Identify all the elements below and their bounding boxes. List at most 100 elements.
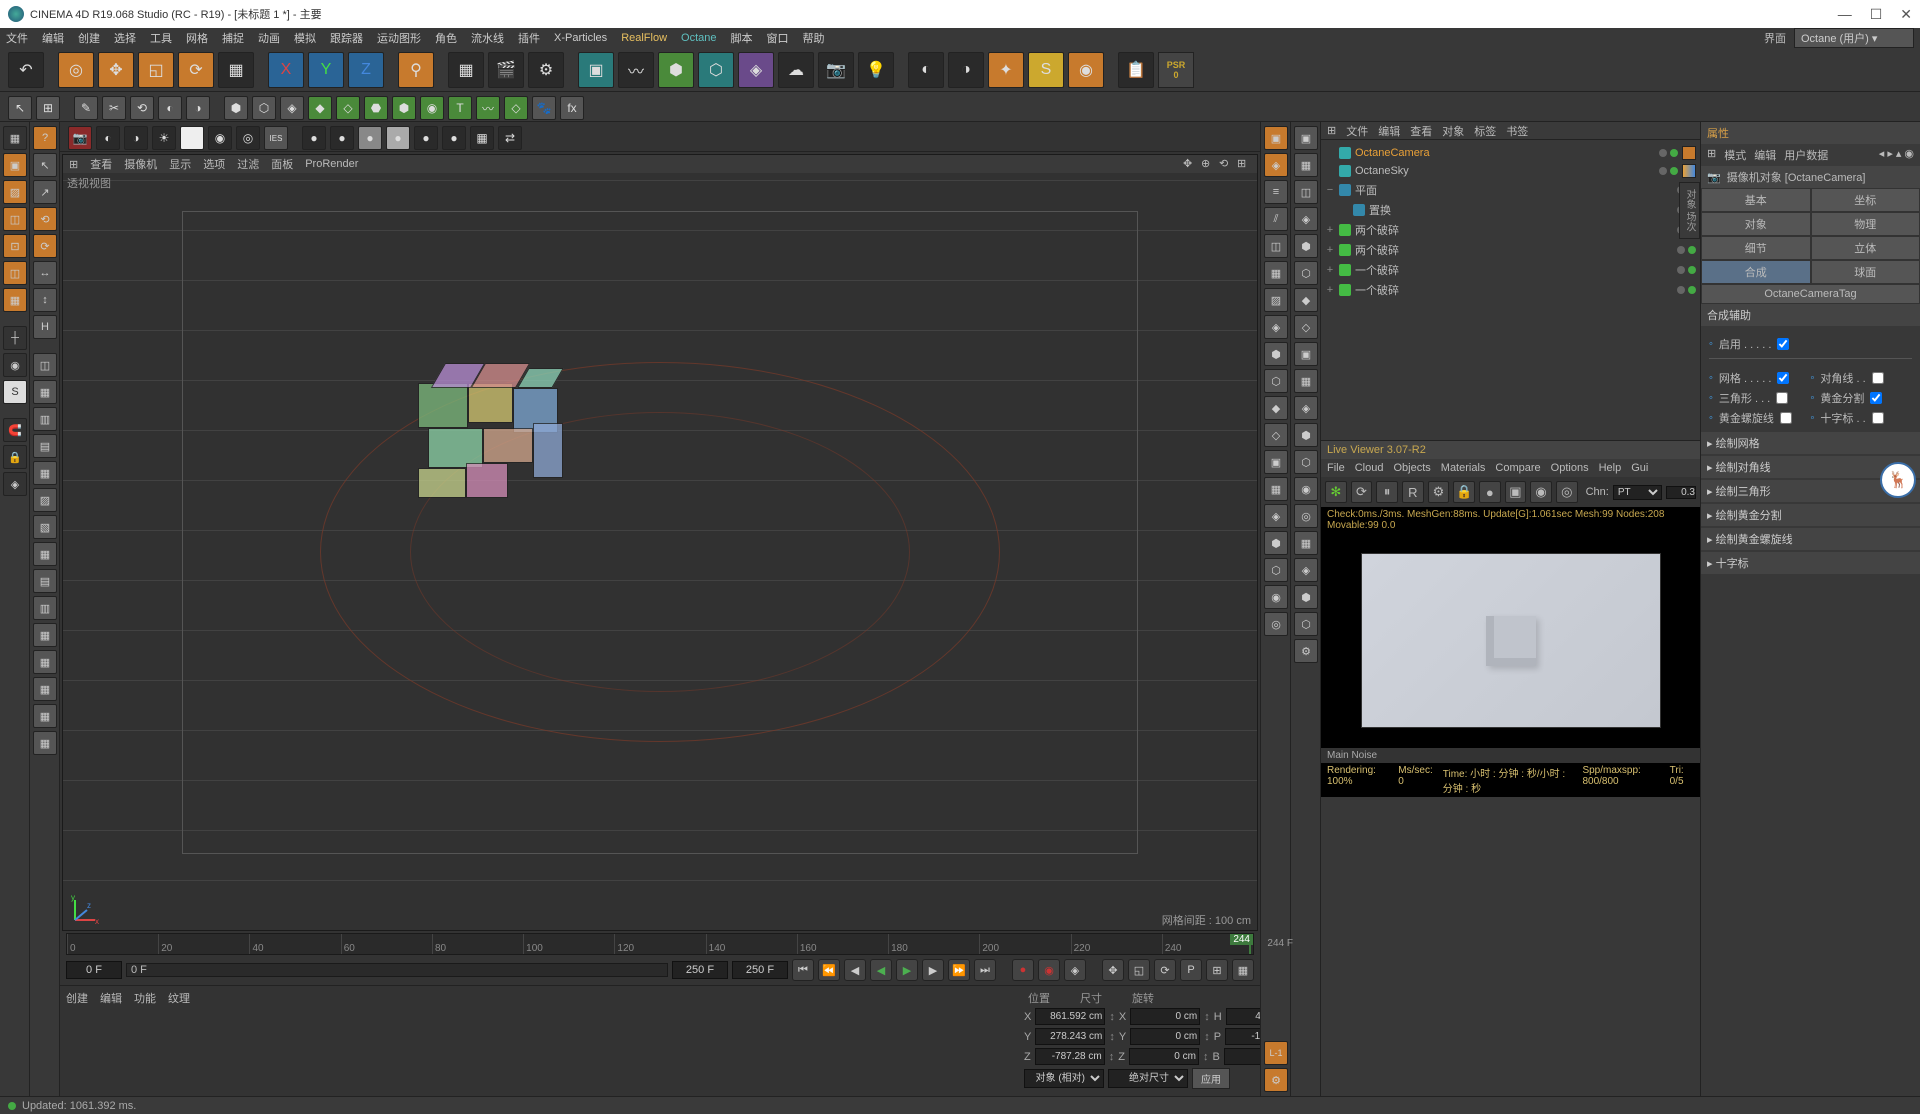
rt-5-icon[interactable]: ◫	[1264, 234, 1288, 258]
oct-1-icon[interactable]: ◐	[96, 126, 120, 150]
tb2-6-icon[interactable]: ◐	[158, 96, 182, 120]
lp-tweak-icon[interactable]: ◈	[3, 472, 27, 496]
timeline-cursor[interactable]: 244	[1230, 934, 1253, 945]
window-maximize[interactable]: ☐	[1870, 6, 1883, 23]
lp2-22-icon[interactable]: ▦	[33, 704, 57, 728]
rt2-17-icon[interactable]: ◈	[1294, 558, 1318, 582]
rt-15-icon[interactable]: ◈	[1264, 504, 1288, 528]
deer-badge-icon[interactable]: 🦌	[1880, 462, 1916, 498]
tab-compose[interactable]: 合成	[1701, 260, 1811, 284]
rt-11-icon[interactable]: ◆	[1264, 396, 1288, 420]
menu-window[interactable]: 窗口	[767, 30, 789, 46]
scrub-bar[interactable]: 0 F	[126, 963, 668, 977]
lp2-14-icon[interactable]: ▨	[33, 488, 57, 512]
pos-z[interactable]	[1035, 1048, 1105, 1065]
lv-start-icon[interactable]: ✻	[1325, 481, 1347, 503]
tab-octanecamera[interactable]: OctaneCameraTag	[1701, 284, 1920, 304]
menu-file[interactable]: 文件	[6, 30, 28, 46]
oct-mat6-icon[interactable]: ●	[442, 126, 466, 150]
rt-12-icon[interactable]: ◇	[1264, 423, 1288, 447]
menu-anim[interactable]: 动画	[258, 30, 280, 46]
tb2-7-icon[interactable]: ◑	[186, 96, 210, 120]
menu-script[interactable]: 脚本	[731, 30, 753, 46]
menu-mesh[interactable]: 网格	[186, 30, 208, 46]
octane-s-icon[interactable]: S	[1028, 52, 1064, 88]
lp-poly-mode-icon[interactable]: ▦	[3, 288, 27, 312]
rt2-20-icon[interactable]: ⚙	[1294, 639, 1318, 663]
rt2-3-icon[interactable]: ◫	[1294, 180, 1318, 204]
environment-icon[interactable]: ☁	[778, 52, 814, 88]
lv-chn-select[interactable]: PT	[1613, 485, 1662, 500]
oct-mat8-icon[interactable]: ⇄	[498, 126, 522, 150]
lp2-21-icon[interactable]: ▦	[33, 677, 57, 701]
obj-menu-edit[interactable]: 编辑	[1378, 123, 1400, 139]
tb2-8-icon[interactable]: ⬢	[224, 96, 248, 120]
lv-menu-materials[interactable]: Materials	[1441, 462, 1486, 474]
lp2-6-icon[interactable]: ↔	[33, 261, 57, 285]
rt-level-icon[interactable]: L-1	[1264, 1041, 1288, 1065]
ll-tab-tex[interactable]: 纹理	[168, 990, 190, 1006]
oct-camera-icon[interactable]: 📷	[68, 126, 92, 150]
lv-opacity[interactable]	[1666, 486, 1696, 499]
lp2-16-icon[interactable]: ▦	[33, 542, 57, 566]
menu-create[interactable]: 创建	[78, 30, 100, 46]
vp-nav-pan-icon[interactable]: ✥	[1183, 157, 1197, 171]
undo-icon[interactable]: ↶	[8, 52, 44, 88]
key-s-icon[interactable]: ◱	[1128, 959, 1150, 981]
tb2-14-icon[interactable]: ⬢	[392, 96, 416, 120]
lv-lock-icon[interactable]: 🔒	[1453, 481, 1475, 503]
spline-icon[interactable]: 〰	[618, 52, 654, 88]
tb2-10-icon[interactable]: ◈	[280, 96, 304, 120]
rt2-5-icon[interactable]: ⬢	[1294, 234, 1318, 258]
select-tool-icon[interactable]: ◎	[58, 52, 94, 88]
lv-sphere-icon[interactable]: ●	[1479, 481, 1501, 503]
tb2-11-icon[interactable]: ◆	[308, 96, 332, 120]
cube-primitive-icon[interactable]: ▣	[578, 52, 614, 88]
rt-19-icon[interactable]: ◎	[1264, 612, 1288, 636]
goto-end-icon[interactable]: ⏭	[974, 959, 996, 981]
tb2-9-icon[interactable]: ⬡	[252, 96, 276, 120]
rt2-12-icon[interactable]: ⬢	[1294, 423, 1318, 447]
rt-13-icon[interactable]: ▣	[1264, 450, 1288, 474]
tab-stereo[interactable]: 立体	[1811, 236, 1920, 260]
octane-btn4-icon[interactable]: ◉	[1068, 52, 1104, 88]
last-tool-icon[interactable]: ▦	[218, 52, 254, 88]
axis-x-icon[interactable]: X	[268, 52, 304, 88]
obj-panel-icon[interactable]: ⊞	[1327, 124, 1336, 137]
chk-golden[interactable]	[1870, 392, 1882, 404]
coord-apply[interactable]: 应用	[1192, 1068, 1230, 1089]
lv-pause-icon[interactable]: ⏸	[1376, 481, 1398, 503]
lp2-23-icon[interactable]: ▦	[33, 731, 57, 755]
rt-17-icon[interactable]: ⬡	[1264, 558, 1288, 582]
vp-nav-layout-icon[interactable]: ⊞	[1237, 157, 1251, 171]
play-back-icon[interactable]: ◀	[870, 959, 892, 981]
lp2-15-icon[interactable]: ▧	[33, 515, 57, 539]
attr-menu-mode[interactable]: 模式	[1724, 147, 1746, 163]
lp-workplane-icon[interactable]: ◫	[3, 207, 27, 231]
prev-frame-icon[interactable]: ◀	[844, 959, 866, 981]
oct-mat5-icon[interactable]: ●	[414, 126, 438, 150]
rotate-tool-icon[interactable]: ⟳	[178, 52, 214, 88]
window-close[interactable]: ✕	[1900, 6, 1912, 23]
menu-tracker[interactable]: 跟踪器	[330, 30, 363, 46]
rt-16-icon[interactable]: ⬢	[1264, 531, 1288, 555]
tb2-18-icon[interactable]: ◇	[504, 96, 528, 120]
record-icon[interactable]: ●	[1012, 959, 1034, 981]
axis-y-icon[interactable]: Y	[308, 52, 344, 88]
rt-8-icon[interactable]: ◈	[1264, 315, 1288, 339]
render-view-icon[interactable]: ▦	[448, 52, 484, 88]
tb2-13-icon[interactable]: ⬣	[364, 96, 388, 120]
pos-y[interactable]	[1035, 1028, 1105, 1045]
obj-menu-tags[interactable]: 标签	[1474, 123, 1496, 139]
menu-pipeline[interactable]: 流水线	[471, 30, 504, 46]
menu-realflow[interactable]: RealFlow	[621, 32, 667, 44]
attr-nav-lock-icon[interactable]: ◉	[1904, 147, 1914, 163]
lp2-11-icon[interactable]: ▥	[33, 407, 57, 431]
vp-menu-prorender[interactable]: ProRender	[305, 158, 358, 170]
object-tree[interactable]: OctaneCamera OctaneSky −平面 置换 +两个破碎 +两个破…	[1321, 140, 1700, 440]
menu-xparticles[interactable]: X-Particles	[554, 32, 607, 44]
lv-refresh-icon[interactable]: ⟳	[1351, 481, 1373, 503]
lp2-18-icon[interactable]: ▥	[33, 596, 57, 620]
lv-pick1-icon[interactable]: ◉	[1530, 481, 1552, 503]
attr-panel-icon[interactable]: ⊞	[1707, 147, 1716, 163]
